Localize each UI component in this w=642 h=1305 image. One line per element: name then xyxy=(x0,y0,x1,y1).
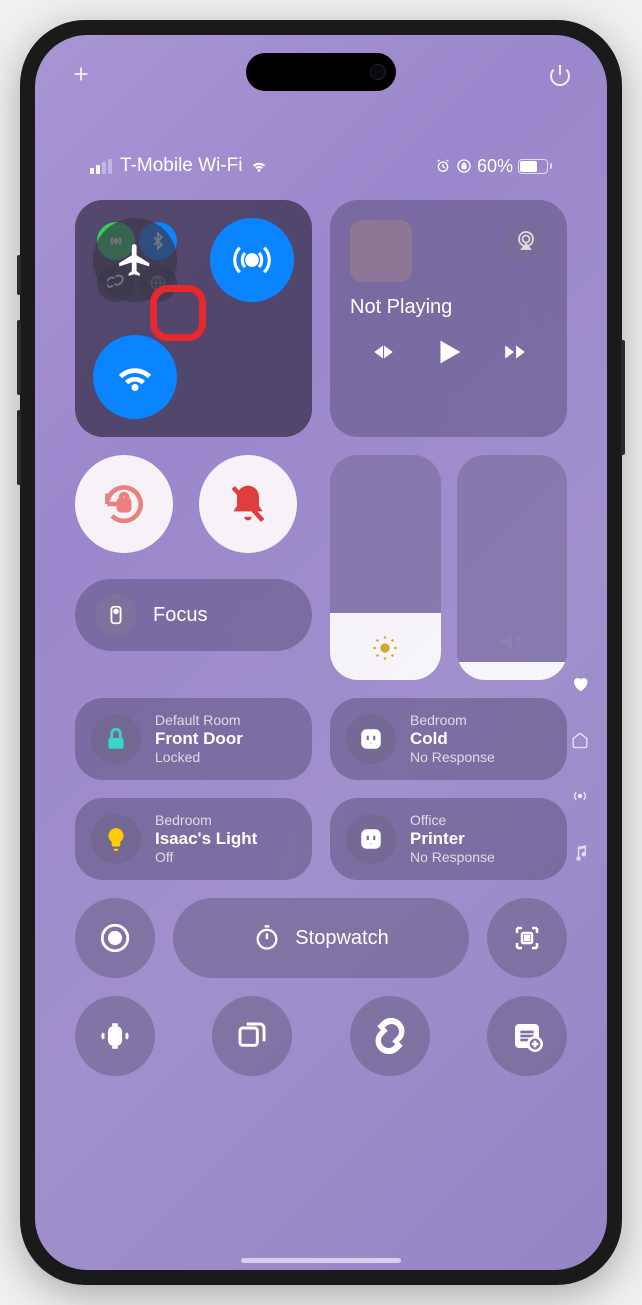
stopwatch-label: Stopwatch xyxy=(295,927,388,950)
power-button[interactable] xyxy=(548,63,572,87)
volume-down-hw xyxy=(17,410,21,485)
silent-mode-toggle[interactable] xyxy=(199,455,297,553)
tile-name: Cold xyxy=(410,729,495,750)
mirror-icon xyxy=(236,1020,268,1052)
phone-frame: T-Mobile Wi-Fi 60% xyxy=(20,20,622,1285)
connectivity-module[interactable] xyxy=(75,200,312,437)
tile-room: Office xyxy=(410,812,495,829)
screen-mirroring-button[interactable] xyxy=(212,996,292,1076)
media-title: Not Playing xyxy=(350,296,547,319)
control-center-screen: T-Mobile Wi-Fi 60% xyxy=(35,35,607,1270)
home-indicator[interactable] xyxy=(241,1258,401,1263)
media-module[interactable]: Not Playing xyxy=(330,200,567,437)
airdrop-toggle[interactable] xyxy=(210,218,294,302)
brightness-icon xyxy=(371,634,399,662)
music-icon xyxy=(571,843,589,861)
next-track-button[interactable] xyxy=(499,339,531,365)
bulb-icon xyxy=(103,826,129,852)
home-tile-printer[interactable]: Office Printer No Response xyxy=(330,798,567,880)
add-control-button[interactable] xyxy=(70,63,92,87)
shazam-icon xyxy=(372,1018,408,1054)
brightness-slider[interactable] xyxy=(330,455,441,680)
wifi-icon xyxy=(248,157,270,175)
tile-room: Bedroom xyxy=(155,812,257,829)
ping-watch-button[interactable] xyxy=(75,996,155,1076)
page-indicators[interactable] xyxy=(571,675,589,861)
power-hw xyxy=(621,340,625,455)
tile-status: No Response xyxy=(410,849,495,866)
volume-icon xyxy=(497,626,527,656)
broadcast-icon xyxy=(571,787,589,805)
stopwatch-button[interactable]: Stopwatch xyxy=(173,898,469,978)
home-tile-front-door[interactable]: Default Room Front Door Locked xyxy=(75,698,312,780)
play-button[interactable] xyxy=(432,335,466,369)
airplane-icon xyxy=(116,241,154,279)
volume-slider[interactable] xyxy=(457,455,568,680)
wifi-toggle-icon xyxy=(114,356,156,398)
tile-status: No Response xyxy=(410,749,495,766)
home-icon xyxy=(571,731,589,749)
cellular-signal-icon xyxy=(90,159,112,174)
wifi-toggle[interactable] xyxy=(93,335,177,419)
previous-track-button[interactable] xyxy=(367,339,399,365)
airdrop-icon xyxy=(231,239,273,281)
outlet-icon xyxy=(358,826,384,852)
battery-percent: 60% xyxy=(477,156,513,177)
focus-label: Focus xyxy=(153,604,207,627)
lock-icon xyxy=(103,726,129,752)
outlet-icon xyxy=(358,726,384,752)
status-bar: T-Mobile Wi-Fi 60% xyxy=(35,155,607,177)
volume-up-hw xyxy=(17,320,21,395)
note-icon xyxy=(511,1020,543,1052)
watch-ping-icon xyxy=(98,1019,132,1053)
annotation-highlight xyxy=(150,285,206,341)
alarm-icon xyxy=(435,158,451,174)
tile-status: Locked xyxy=(155,749,243,766)
shazam-button[interactable] xyxy=(350,996,430,1076)
rotation-lock-toggle[interactable] xyxy=(75,455,173,553)
tile-name: Printer xyxy=(410,829,495,850)
qr-icon xyxy=(512,923,542,953)
album-art-placeholder xyxy=(350,220,412,282)
dynamic-island xyxy=(246,53,396,91)
rotation-lock-toggle-icon xyxy=(99,479,149,529)
tile-status: Off xyxy=(155,849,257,866)
airplay-button[interactable] xyxy=(505,220,547,262)
focus-icon xyxy=(95,594,137,636)
tile-name: Front Door xyxy=(155,729,243,750)
home-tile-isaacs-light[interactable]: Bedroom Isaac's Light Off xyxy=(75,798,312,880)
heart-icon xyxy=(571,675,589,693)
focus-button[interactable]: Focus xyxy=(75,579,312,651)
screen-record-button[interactable] xyxy=(75,898,155,978)
tile-room: Bedroom xyxy=(410,712,495,729)
carrier-label: T-Mobile Wi-Fi xyxy=(120,155,242,177)
bell-off-icon xyxy=(226,482,270,526)
quick-note-button[interactable] xyxy=(487,996,567,1076)
qr-scanner-button[interactable] xyxy=(487,898,567,978)
tile-name: Isaac's Light xyxy=(155,829,257,850)
stopwatch-icon xyxy=(253,924,281,952)
tile-room: Default Room xyxy=(155,712,243,729)
rotation-lock-icon xyxy=(456,158,472,174)
record-icon xyxy=(98,921,132,955)
home-tile-cold[interactable]: Bedroom Cold No Response xyxy=(330,698,567,780)
airplay-icon xyxy=(514,229,538,253)
battery-icon xyxy=(518,159,552,174)
silent-switch xyxy=(17,255,21,295)
